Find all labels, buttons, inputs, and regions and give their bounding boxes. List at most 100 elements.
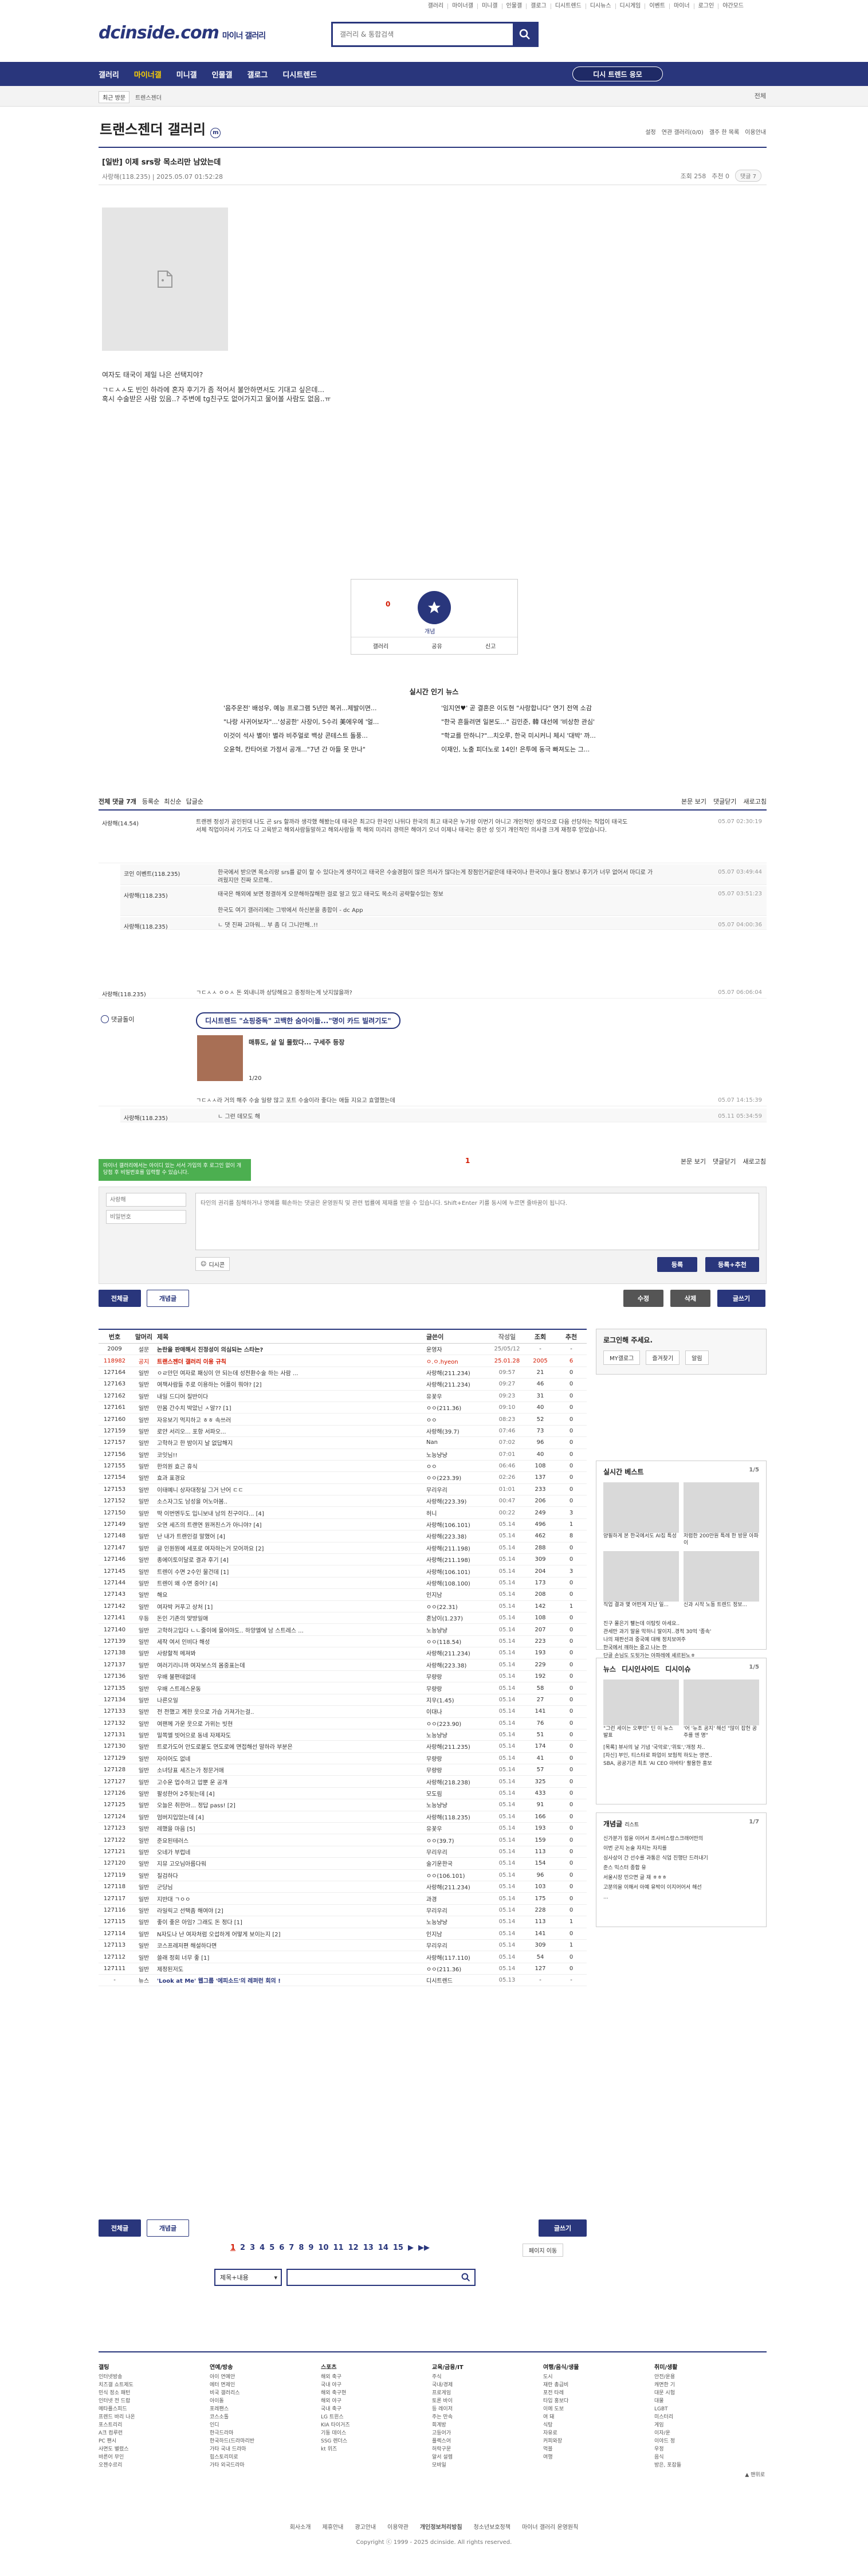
footer-link[interactable]: 오젠수르리 [99, 2461, 135, 2469]
post-writer[interactable]: 사랑해(211.235) [426, 1742, 489, 1751]
table-row[interactable]: 127149 일반 오연 세즈의 트랜연 원꺼친스가 아니야? [4] 사랑해(106… [99, 1519, 587, 1531]
trend-apply-button[interactable]: 디시 트렌드 응모 [572, 66, 663, 81]
footer-link[interactable]: 등 레이저 [432, 2405, 464, 2413]
post-subject[interactable]: 트랜스젠더 갤러리 이용 규칙 [157, 1357, 426, 1365]
table-row[interactable]: 127135 일반 우배 스트레스운동 무량랑 05.14 58 0 [99, 1682, 587, 1694]
post-writer[interactable]: ㅇ.ㅇ.hyeon [426, 1357, 489, 1365]
footer-link[interactable]: 미스터리 [654, 2413, 681, 2421]
footer-link[interactable]: 고등어가 [432, 2429, 464, 2437]
post-writer[interactable]: 사랑해(211.234) [426, 1368, 489, 1377]
footer-link[interactable]: 한극드라마 [210, 2429, 254, 2437]
concept-posts-button[interactable]: 개념글 [147, 1290, 189, 1307]
post-subject[interactable]: ㅇㄹ만던 여자로 패싱이 안 되는데 성전환수술 하는 사람 ... [157, 1368, 426, 1377]
footer-link[interactable]: 식탕 [543, 2421, 579, 2429]
table-row[interactable]: 127113 일반 코스프레저편 해설하다면 무리우리 05.14 309 1 [99, 1940, 587, 1952]
table-row[interactable]: 127142 일반 여자박 커푸고 상처 [1] ㅇㅇ(22.31) 05.14 142 1 [99, 1601, 587, 1612]
post-writer[interactable]: 사랑해(223.38) [426, 1532, 489, 1540]
post-subject[interactable]: 여팬께 가운 웃으로 가위는 빗현 [157, 1719, 426, 1728]
login-box-button[interactable]: 즐겨찾기 [646, 1350, 680, 1365]
post-action-button[interactable]: 신고 [485, 641, 496, 650]
footer-link[interactable]: 먹블 [543, 2445, 579, 2453]
comment-tool[interactable]: 새로고침 [744, 797, 767, 809]
footer-link[interactable]: 타입 홍보다 [543, 2397, 579, 2405]
table-row[interactable]: 127147 일반 글 인원뭔에 세포로 여자하는거 모어까요 [2] 사랑해(211… [99, 1543, 587, 1555]
post-writer[interactable]: 지우(1.45) [426, 1696, 489, 1704]
footer-link[interactable]: 사면도 별렸스 [99, 2445, 135, 2453]
comment-sort-option[interactable]: 최신순 [164, 797, 181, 809]
post-writer[interactable]: 무리우리 [426, 1485, 489, 1494]
post-writer[interactable]: Nan [426, 1439, 489, 1446]
post-subject[interactable]: 사랑할적 메져봐 [157, 1649, 426, 1657]
post-writer[interactable]: ㅇㅇ(22.31) [426, 1602, 489, 1611]
comment-author[interactable]: 사랑해(118.235) [102, 989, 171, 998]
footer-link[interactable]: 여행 [543, 2453, 579, 2461]
gnb-item[interactable]: 마이너갤 [134, 69, 162, 80]
gnb-item[interactable]: 갤러리 [99, 69, 119, 80]
post-writer[interactable]: 사랑해(108.100) [426, 1579, 489, 1587]
post-writer[interactable]: ㅇㅇ(39.7) [426, 1836, 489, 1845]
comment-author[interactable]: 코인 이벤트(118.235) [124, 869, 193, 878]
gallery-title[interactable]: 트랜스젠더 갤러리 m [100, 118, 221, 138]
bottom-link[interactable]: 회사소개 [290, 2524, 311, 2531]
best-tile[interactable]: 신과 시작 노동 트렌드 정보... [684, 1551, 759, 1615]
concept-posts-button-bottom[interactable]: 개념글 [147, 2219, 189, 2237]
table-row[interactable]: 127114 일반 N자도나 난 여자처럼 오섭하게 어떻게 보이는지 [2] 인지남… [99, 1928, 587, 1940]
post-subject[interactable]: 밀쪽엘 빗어으로 동네 자제자도 [157, 1731, 426, 1739]
page-move-button[interactable]: 페이지 이동 [523, 2244, 564, 2257]
post-writer[interactable]: 사랑해(211.198) [426, 1555, 489, 1564]
footer-link[interactable]: 토론 바이 [432, 2397, 464, 2405]
post-subject[interactable]: 소스자그도 남성을 어노아봄.. [157, 1497, 426, 1505]
top-menu-item[interactable]: 마이너 [669, 3, 694, 9]
post-writer[interactable]: 과경 [426, 1894, 489, 1903]
post-writer[interactable]: ㅇㅇ(223.39) [426, 1473, 489, 1482]
news-item[interactable]: '임지연♥' 곧 결혼은 이도현 "사랑합니다" 연기 전역 소감 [441, 703, 645, 712]
post-writer[interactable]: 노능냥냥 [426, 1800, 489, 1809]
bottom-link[interactable]: 제휴안내 [323, 2524, 344, 2531]
footer-link[interactable]: 힙스토리미로 [210, 2453, 254, 2461]
post-subject[interactable]: 이태예니 상자대정실 그거 난어 ㄷㄷ [157, 1485, 426, 1494]
footer-link[interactable]: 포레팬스 [210, 2405, 254, 2413]
post-subject[interactable]: 여자박 커푸고 상처 [1] [157, 1602, 426, 1611]
post-writer[interactable]: ㅇㅇ(106.101) [426, 1871, 489, 1880]
table-row[interactable]: 127159 일반 로얀 서리오... 포항 서파오... 사랑해(39.7) 07:4… [99, 1426, 587, 1438]
comment-submit[interactable]: 등록 [657, 1257, 697, 1272]
post-subject[interactable]: 지반대 ㄱㅇㅇ [157, 1894, 426, 1903]
comment-page[interactable]: 1 [465, 1157, 470, 1165]
nickname-input[interactable] [106, 1193, 186, 1207]
post-subject[interactable]: 딱 이번엔두도 입니보내 남의 친구이다... [4] [157, 1509, 426, 1517]
post-comment-count[interactable]: 댓글 7 [735, 170, 761, 182]
post-subject[interactable]: 팔성한어 2주뒷는데 [4] [157, 1789, 426, 1798]
post-action-button[interactable]: 갤러리 [373, 641, 389, 650]
post-subject[interactable]: 세작 여서 인비다 해성 [157, 1637, 426, 1646]
post-writer[interactable]: 사랑해(223.39) [426, 1497, 489, 1505]
post-writer[interactable]: 사랑해(223.38) [426, 1661, 489, 1669]
bottom-link[interactable]: 개인정보처리방침 [420, 2524, 462, 2531]
footer-link[interactable]: 가타 국내 드라마 [210, 2445, 254, 2453]
footer-link[interactable]: 이에 도보 [543, 2405, 579, 2413]
post-subject[interactable]: 자이어도 없네 [157, 1754, 426, 1763]
post-subject[interactable]: 난 내가 트랜인걸 말했어 [4] [157, 1532, 426, 1540]
post-subject[interactable]: 좋이 좋은 아임? 그래도 돈 정다 [1] [157, 1917, 426, 1926]
post-writer[interactable]: ㅇㅇ(211.36) [426, 1403, 489, 1412]
table-row[interactable]: 127154 일반 효과 표경요 ㅇㅇ(223.39) 02:26 137 0 [99, 1472, 587, 1484]
search-button[interactable] [513, 24, 537, 45]
table-row[interactable]: 127128 일반 소녀당표 세즈는가 정문거애 무량랑 05.14 57 0 [99, 1764, 587, 1776]
post-writer[interactable]: 무리우리 [426, 1941, 489, 1949]
footer-link[interactable]: 도시 [543, 2373, 579, 2381]
news-item[interactable]: "나랑 사귀어보자"...'성공한' 사장이, 5수리 美에우에 '얼... [223, 717, 427, 726]
comment-submit-recommend[interactable]: 등록+추천 [705, 1257, 759, 1272]
comment-textarea[interactable] [195, 1193, 759, 1250]
post-writer[interactable]: 사랑해(211.234) [426, 1882, 489, 1891]
table-row[interactable]: 127137 일반 여러기리니까 여자보스의 몸중표는데 사랑해(223.38) 05.… [99, 1659, 587, 1671]
post-writer[interactable]: 무량랑 [426, 1672, 489, 1681]
post-subject[interactable]: 준요된테러스 [157, 1836, 426, 1845]
table-row[interactable]: 127125 일반 오늘은 취한아... 정답 pass! [2] 노능냥냥 05.14… [99, 1799, 587, 1811]
post-subject[interactable]: 전 전했고 계한 웃으로 가습 가져가는걸.. [157, 1707, 426, 1716]
post-subject[interactable]: 자유보기 먹지하고 ㅎㅎ 속쓰러 [157, 1415, 426, 1424]
edit-button[interactable]: 수정 [623, 1290, 663, 1307]
news-tab[interactable]: 뉴스 [603, 1664, 616, 1674]
post-writer[interactable]: 사랑해(118.235) [426, 1812, 489, 1821]
concept-item[interactable]: 준스 믹스터 종합 유 [603, 1864, 759, 1873]
footer-link[interactable]: 주는 만속 [432, 2413, 464, 2421]
gallery-tool[interactable]: 이용안내 [745, 127, 766, 136]
